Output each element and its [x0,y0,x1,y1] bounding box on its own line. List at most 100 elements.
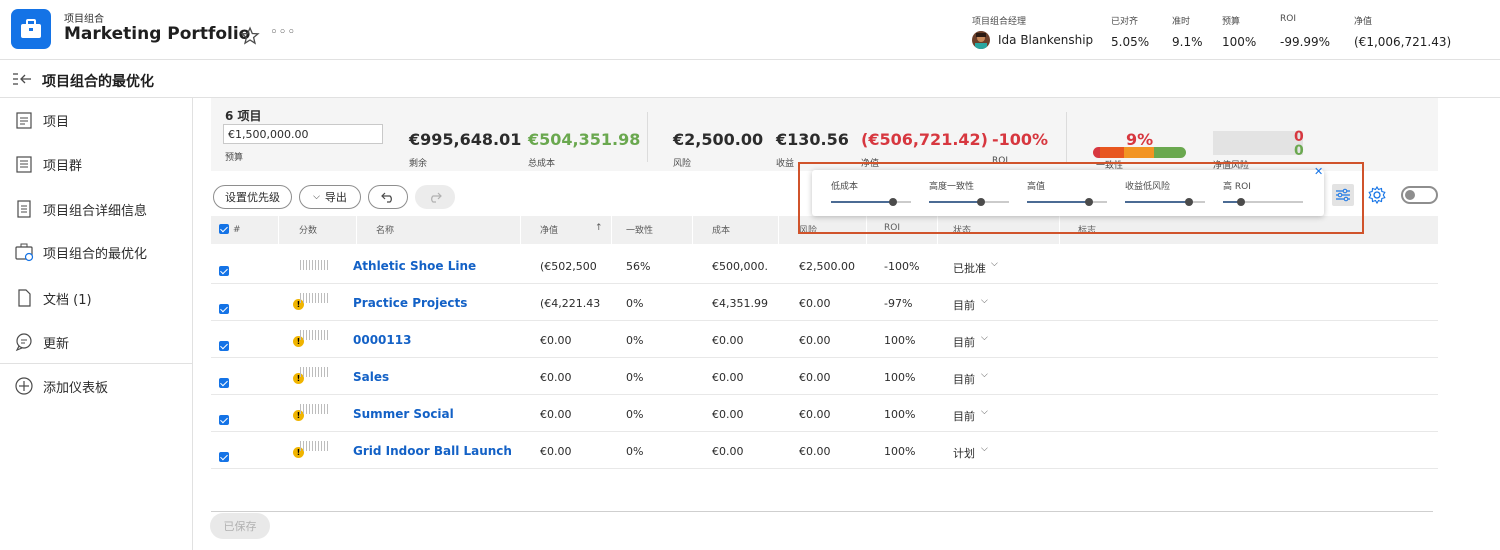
column-header-alignment[interactable]: 一致性 [626,223,653,236]
more-options-icon[interactable]: ◦◦◦ [270,25,296,40]
column-header-roi[interactable]: ROI [884,223,900,233]
sidebar-item-optimizer[interactable]: 项目组合的最优化 [0,234,192,270]
project-name-link[interactable]: 0000113 [353,333,411,347]
chevron-down-icon[interactable]: ⌵ [981,296,988,306]
slider-low-cost[interactable] [831,198,911,206]
project-name-link[interactable]: Grid Indoor Ball Launch [353,444,512,458]
slider-label-high-value: 高值 [1027,182,1046,192]
undo-button[interactable] [368,185,408,209]
chevron-down-icon[interactable]: ⌵ [981,407,988,417]
row-checkbox[interactable] [219,378,229,388]
risk-cell: €0.00 [799,371,831,384]
chevron-down-icon[interactable]: ⌵ [981,444,988,454]
alignment-cell: 0% [626,334,644,347]
sidebar-item-programs[interactable]: 项目群 [0,146,192,182]
column-header-net-value[interactable]: 净值 [540,223,558,236]
page-header: 项目组合 Marketing Portfolio ◦◦◦ 项目组合经理 Ida … [0,0,1500,60]
row-checkbox[interactable] [219,415,229,425]
column-header-index: # [233,225,241,235]
roi-cell: 100% [884,408,916,421]
sidebar: 项目 项目群 项目组合详细信息 项目组合的最优化 文档 (1) 更新 添加仪表板 [0,98,193,550]
slider-low-risk[interactable] [1125,198,1205,206]
slider-label-low-risk: 收益低风险 [1125,182,1171,192]
status-dropdown[interactable]: 目前 [953,334,975,350]
redo-button[interactable] [415,185,455,209]
slider-fill [1027,201,1089,203]
slider-handle[interactable] [889,198,898,206]
avatar[interactable] [972,31,990,49]
table-row[interactable]: ! Summer Social €0.00 0% €0.00 €0.00 100… [211,395,1438,432]
project-count: 6 项目 [225,109,262,123]
project-name-link[interactable]: Summer Social [353,407,454,421]
score-bar [300,441,330,451]
chevron-down-icon[interactable]: ⌵ [991,259,998,269]
risk-value: €2,500.00 [673,130,764,149]
cost-cell: €500,000.0 [712,260,768,273]
table-row[interactable]: ! Grid Indoor Ball Launch €0.00 0% €0.00… [211,432,1438,469]
row-checkbox[interactable] [219,452,229,462]
add-dashboard-button[interactable]: 添加仪表板 [0,368,192,404]
status-dropdown[interactable]: 目前 [953,297,975,313]
status-dropdown[interactable]: 目前 [953,408,975,424]
status-dropdown[interactable]: 已批准 [953,260,986,276]
collapse-back-icon[interactable] [12,71,32,87]
slider-handle[interactable] [1237,198,1246,206]
budget-input[interactable] [223,124,383,144]
sort-ascending-icon[interactable]: ↑ [595,223,603,233]
net-risk-value-green: 0 [1294,143,1304,159]
chevron-down-icon[interactable]: ⌵ [981,333,988,343]
column-header-name[interactable]: 名称 [376,223,394,236]
column-header-cost[interactable]: 成本 [712,223,730,236]
status-dropdown[interactable]: 目前 [953,371,975,387]
sidebar-item-updates[interactable]: 更新 [0,324,192,360]
subheader: 项目组合的最优化 [0,60,1500,98]
column-header-flag[interactable]: 标志 [1078,223,1096,236]
table-row[interactable]: ! 0000113 €0.00 0% €0.00 €0.00 100% 目前 ⌵ [211,321,1438,358]
sidebar-item-label: 文档 (1) [43,292,92,308]
slider-handle[interactable] [977,198,985,206]
export-button[interactable]: ⌵ 导出 [299,185,361,209]
project-name-link[interactable]: Sales [353,370,389,384]
export-label: 导出 [324,191,347,204]
select-all-checkbox[interactable] [219,224,229,234]
sidebar-item-projects[interactable]: 项目 [0,102,192,138]
star-icon[interactable] [240,26,260,46]
project-name-link[interactable]: Practice Projects [353,296,467,310]
table-row[interactable]: ! Sales €0.00 0% €0.00 €0.00 100% 目前 ⌵ [211,358,1438,395]
roi-label: ROI [992,156,1008,166]
table-row[interactable]: Athletic Shoe Line (€502,500.0 56% €500,… [211,247,1438,284]
filter-settings-button[interactable] [1332,184,1354,206]
slider-handle[interactable] [1185,198,1193,206]
row-checkbox[interactable] [219,304,229,314]
sidebar-item-portfolio-details[interactable]: 项目组合详细信息 [0,191,192,227]
net-value-cell: €0.00 [540,408,572,421]
gear-icon[interactable] [1367,185,1387,205]
metric-label: 净值 [1354,17,1373,27]
close-icon[interactable]: ✕ [1314,165,1323,178]
metric-value: (€1,006,721.43) [1354,35,1452,49]
chevron-down-icon[interactable]: ⌵ [981,370,988,380]
row-checkbox[interactable] [219,341,229,351]
slider-high-alignment[interactable] [929,198,1009,206]
saved-button[interactable]: 已保存 [210,513,270,539]
roi-cell: -97% [884,297,913,310]
column-header-score[interactable]: 分数 [299,223,317,236]
comment-icon [15,333,32,352]
slider-high-roi[interactable] [1223,198,1303,206]
project-name-link[interactable]: Athletic Shoe Line [353,259,476,273]
cost-cell: €4,351.99 [712,297,768,310]
status-dropdown[interactable]: 计划 [953,445,975,461]
row-checkbox[interactable] [219,266,229,276]
slider-high-value[interactable] [1027,198,1107,206]
sidebar-item-label: 项目组合的最优化 [43,246,148,262]
slider-handle[interactable] [1084,198,1093,206]
column-header-status[interactable]: 状态 [953,223,971,236]
details-icon [17,200,31,218]
toggle-switch[interactable] [1401,186,1438,204]
manager-name[interactable]: Ida Blankenship [998,33,1093,47]
column-header-risk[interactable]: 风险 [799,223,817,236]
sidebar-item-documents[interactable]: 文档 (1) [0,280,192,316]
set-priority-button[interactable]: 设置优先级 [213,185,292,209]
score-bar [300,293,330,303]
table-row[interactable]: ! Practice Projects (€4,221.43) 0% €4,35… [211,284,1438,321]
